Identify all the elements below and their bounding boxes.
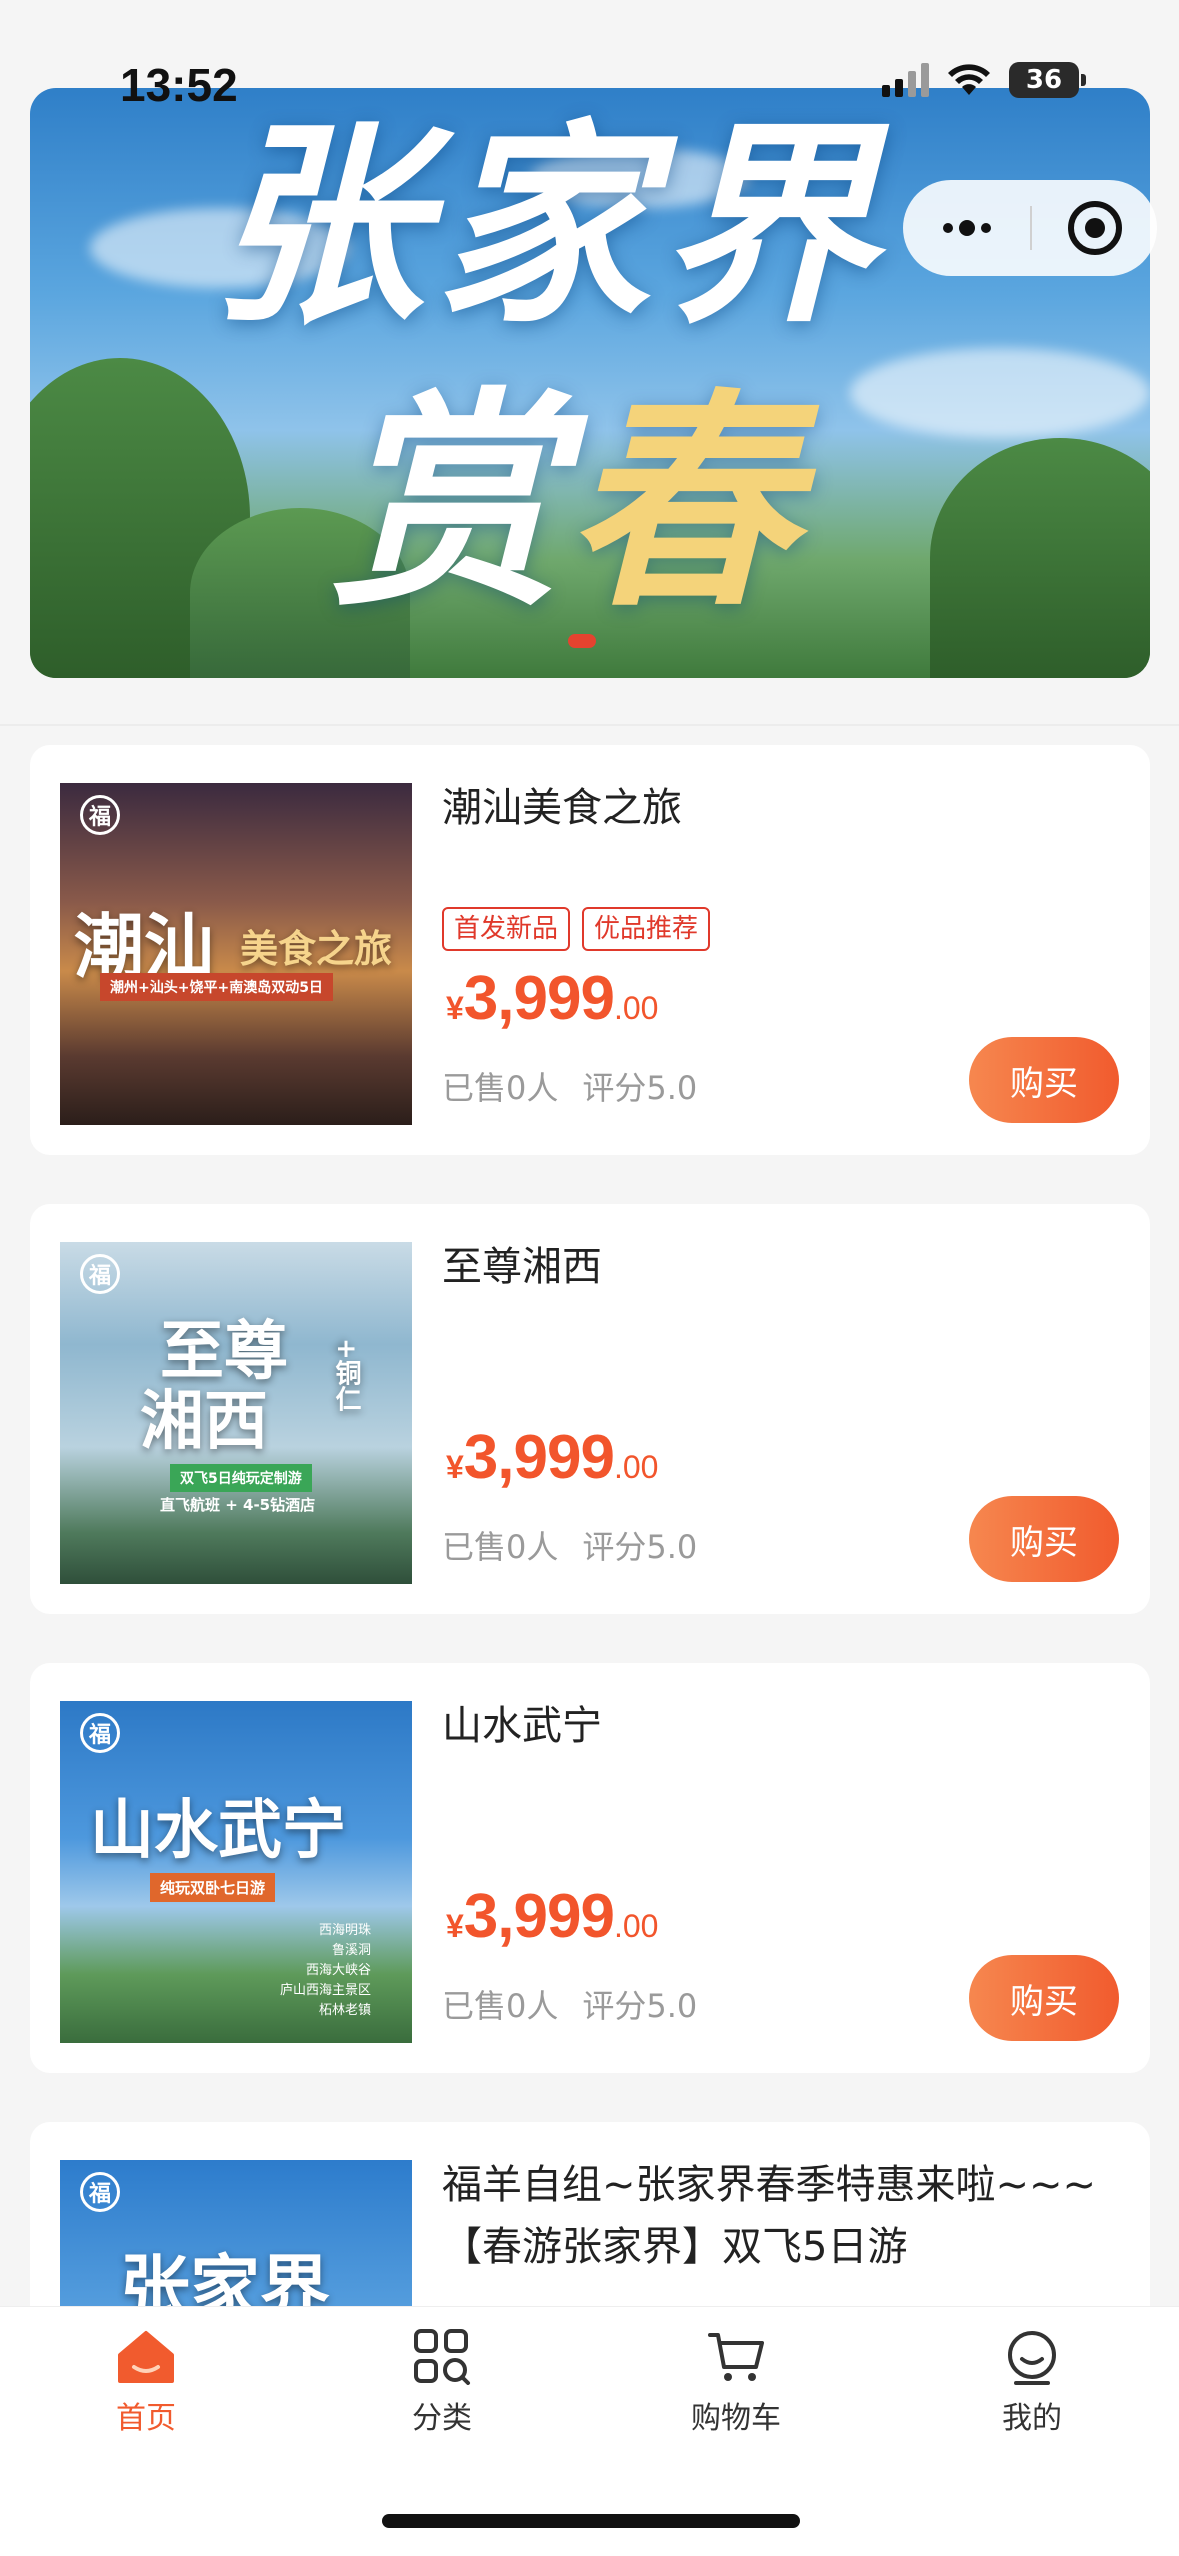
product-thumbnail[interactable]: 福 至尊 湘西 +铜仁 双飞5日纯玩定制游 直飞航班 + 4-5钻酒店 bbox=[60, 1242, 412, 1584]
status-icons: 36 bbox=[882, 62, 1086, 98]
tab-home[interactable]: 首页 bbox=[46, 2329, 246, 2437]
brand-logo-icon: 福 bbox=[80, 2172, 120, 2212]
home-indicator[interactable] bbox=[382, 2514, 800, 2528]
home-icon bbox=[118, 2331, 174, 2383]
tag-recommended: 优品推荐 bbox=[582, 907, 711, 951]
sold-count: 已售0人 bbox=[442, 1069, 559, 1107]
close-miniprogram-icon[interactable] bbox=[1032, 180, 1157, 276]
buy-button[interactable]: 购买 bbox=[969, 1037, 1119, 1123]
tag-new: 首发新品 bbox=[442, 907, 571, 951]
carousel-indicator[interactable] bbox=[568, 634, 596, 648]
cart-icon bbox=[708, 2333, 764, 2381]
product-thumbnail[interactable]: 福 潮汕 美食之旅 潮州+汕头+饶平+南澳岛双动5日 bbox=[60, 783, 412, 1125]
product-card[interactable]: 福 潮汕 美食之旅 潮州+汕头+饶平+南澳岛双动5日 潮汕美食之旅 首发新品 优… bbox=[30, 745, 1150, 1155]
product-title[interactable]: 福羊自组~张家界春季特惠来啦~~~【春游张家界】双飞5日游 bbox=[442, 2154, 1132, 2278]
tab-home-label: 首页 bbox=[116, 2401, 176, 2436]
rating: 评分5.0 bbox=[582, 1987, 698, 2025]
more-options-icon[interactable] bbox=[903, 180, 1030, 276]
product-meta: 已售0人 评分5.0 bbox=[442, 1981, 697, 2027]
brand-logo-icon: 福 bbox=[80, 795, 120, 835]
promo-banner[interactable]: 张家界 赏春 bbox=[30, 88, 1150, 678]
product-thumbnail[interactable]: 福 山水武宁 纯玩双卧七日游 西海明珠 鲁溪洞 西海大峡谷 庐山西海主景区 柘林… bbox=[60, 1701, 412, 2043]
product-meta: 已售0人 评分5.0 bbox=[442, 1063, 697, 1109]
brand-logo-icon: 福 bbox=[80, 1254, 120, 1294]
banner-subtitle: 赏春 bbox=[330, 368, 802, 638]
brand-logo-icon: 福 bbox=[80, 1713, 120, 1753]
product-title[interactable]: 至尊湘西 bbox=[442, 1236, 1132, 1298]
product-title[interactable]: 潮汕美食之旅 bbox=[442, 777, 1132, 839]
tab-profile-label: 我的 bbox=[1002, 2401, 1062, 2436]
product-tags: 首发新品 优品推荐 bbox=[442, 907, 711, 951]
category-grid-icon bbox=[414, 2329, 470, 2385]
profile-icon bbox=[1008, 2331, 1056, 2385]
product-price: ¥3,999.00 bbox=[446, 1882, 659, 1951]
product-card[interactable]: 福 山水武宁 纯玩双卧七日游 西海明珠 鲁溪洞 西海大峡谷 庐山西海主景区 柘林… bbox=[30, 1663, 1150, 2073]
rating: 评分5.0 bbox=[582, 1528, 698, 1566]
miniprogram-capsule bbox=[903, 180, 1157, 276]
product-meta: 已售0人 评分5.0 bbox=[442, 1522, 697, 1568]
cellular-signal-icon bbox=[882, 63, 929, 97]
product-price: ¥3,999.00 bbox=[446, 964, 659, 1033]
product-card[interactable]: 福 至尊 湘西 +铜仁 双飞5日纯玩定制游 直飞航班 + 4-5钻酒店 至尊湘西… bbox=[30, 1204, 1150, 1614]
tab-cart-label: 购物车 bbox=[691, 2401, 781, 2436]
screen: 张家界 赏春 13:52 36 福 潮汕 美食之旅 潮州+汕头+饶平+南澳岛双动… bbox=[0, 0, 1179, 2556]
sold-count: 已售0人 bbox=[442, 1528, 559, 1566]
banner-title: 张家界 bbox=[210, 99, 885, 352]
buy-button[interactable]: 购买 bbox=[969, 1496, 1119, 1582]
status-time: 13:52 bbox=[120, 59, 238, 111]
tab-profile[interactable]: 我的 bbox=[932, 2329, 1132, 2437]
rating: 评分5.0 bbox=[582, 1069, 698, 1107]
product-title[interactable]: 山水武宁 bbox=[442, 1695, 1132, 1757]
tab-category[interactable]: 分类 bbox=[342, 2329, 542, 2437]
tab-cart[interactable]: 购物车 bbox=[636, 2329, 836, 2437]
battery-icon: 36 bbox=[1009, 62, 1086, 98]
tab-category-label: 分类 bbox=[412, 2401, 472, 2436]
buy-button[interactable]: 购买 bbox=[969, 1955, 1119, 2041]
wifi-icon bbox=[948, 64, 990, 95]
sold-count: 已售0人 bbox=[442, 1987, 559, 2025]
product-price: ¥3,999.00 bbox=[446, 1423, 659, 1492]
